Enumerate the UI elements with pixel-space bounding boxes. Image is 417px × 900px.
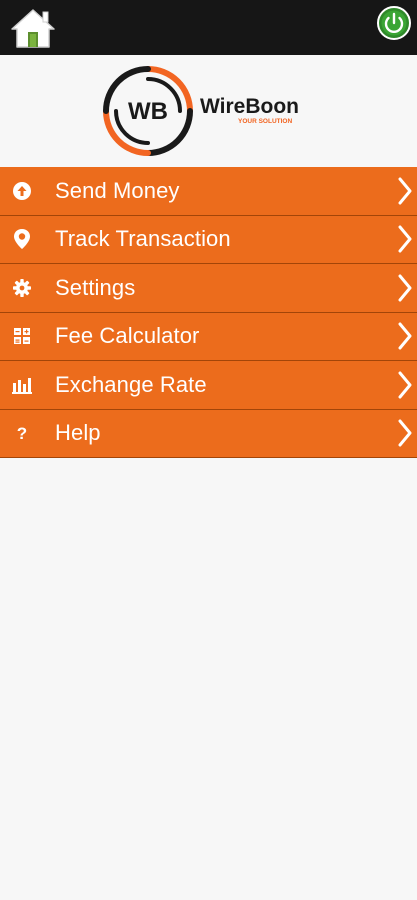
top-bar [0,0,417,55]
menu-item-fee-calculator[interactable]: Fee Calculator [0,312,417,361]
power-button[interactable] [376,5,412,41]
chevron-right-icon [398,274,412,302]
menu-item-label: Settings [55,274,136,300]
logo-brand: WireBoon [200,95,299,118]
gear-icon [11,277,33,299]
menu-item-exchange-rate[interactable]: Exchange Rate [0,361,417,410]
chevron-right-icon [398,322,412,350]
menu-item-send-money[interactable]: Send Money [0,167,417,216]
calculator-icon [11,325,33,347]
wireboon-logo: WB WireBoon YOUR SOLUTION [103,66,299,156]
chevron-right-icon [398,419,412,447]
menu-item-help[interactable]: ? Help [0,409,417,458]
chevron-right-icon [398,177,412,205]
chevron-right-icon [398,371,412,399]
logo-tagline: YOUR SOLUTION [238,118,292,125]
home-icon [11,9,55,48]
question-icon: ? [11,422,33,444]
upload-circle-icon [11,180,33,202]
power-icon [377,6,411,40]
menu-item-label: Fee Calculator [55,323,200,349]
menu-item-label: Exchange Rate [55,371,207,397]
menu-item-settings[interactable]: Settings [0,264,417,313]
home-button[interactable] [8,6,58,50]
svg-text:?: ? [17,424,27,443]
menu-item-label: Track Transaction [55,226,231,252]
chevron-right-icon [398,225,412,253]
main-menu: Send Money Track Transaction Settings Fe… [0,167,417,458]
bar-chart-icon [11,374,33,396]
logo-area: WB WireBoon YOUR SOLUTION [0,55,417,167]
menu-item-label: Send Money [55,177,180,203]
menu-item-label: Help [55,420,101,446]
logo-initials: WB [128,98,168,125]
location-pin-icon [11,228,33,250]
menu-item-track-transaction[interactable]: Track Transaction [0,215,417,264]
